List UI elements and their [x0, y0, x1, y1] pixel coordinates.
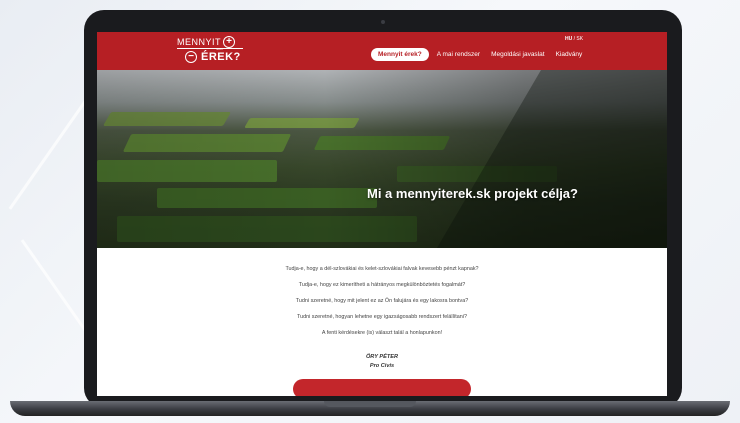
lang-hu-link[interactable]: HU [565, 36, 572, 42]
intro-question: Tudni szeretné, hogyan lehetne egy igazs… [296, 314, 467, 320]
intro-question: A fenti kérdésekre (is) választ talál a … [321, 330, 443, 336]
hero-title: Mi a mennyiterek.sk projekt célja? [367, 186, 578, 201]
signature-name: ÖRY PÉTER [365, 354, 399, 360]
nav-item-a-mai-rendszer[interactable]: A mai rendszer [434, 51, 483, 58]
browser-viewport: MENNYIT + SOO − ÉREK? HU / SK Mennyit ér… [97, 32, 667, 396]
laptop-frame: MENNYIT + SOO − ÉREK? HU / SK Mennyit ér… [84, 10, 682, 408]
intro-question: Tudni szeretné, hogy mit jelent ez az Ön… [295, 298, 469, 304]
intro-section: Tudja-e, hogy a dél-szlovákiai és kelet-… [97, 248, 667, 396]
lang-sk-link[interactable]: SK [576, 36, 583, 42]
intro-question: Tudja-e, hogy a dél-szlovákiai és kelet-… [285, 266, 479, 272]
logo-divider [177, 48, 243, 49]
webcam-icon [381, 20, 385, 24]
nav-item-megoldasi-javaslat[interactable]: Megoldási javaslat [488, 51, 547, 58]
hero-banner: Mi a mennyiterek.sk projekt célja? [97, 70, 667, 248]
nav-item-kiadvany[interactable]: Kiadvány [553, 51, 586, 58]
cta-button[interactable] [293, 379, 471, 396]
background-stripe [8, 93, 92, 210]
logo-text-top: MENNYIT [177, 37, 221, 47]
nav-item-mennyit-erek[interactable]: Mennyit érek? [371, 47, 429, 61]
site-header: MENNYIT + SOO − ÉREK? HU / SK Mennyit ér… [97, 32, 667, 70]
logo-text-bottom: ÉREK? [201, 51, 241, 63]
signature-organization: Pro Civis [369, 363, 395, 369]
intro-question: Tudja-e, hogy ez kimerítheti a hátrányos… [298, 282, 466, 288]
laptop-notch [324, 401, 416, 407]
minus-icon: − [185, 51, 197, 63]
language-switcher: HU / SK [565, 36, 583, 42]
lang-separator: / [573, 36, 576, 42]
plus-icon: + [223, 36, 235, 48]
main-nav: Mennyit érek? A mai rendszer Megoldási j… [371, 47, 585, 61]
site-logo[interactable]: MENNYIT + SOO − ÉREK? [177, 36, 257, 65]
